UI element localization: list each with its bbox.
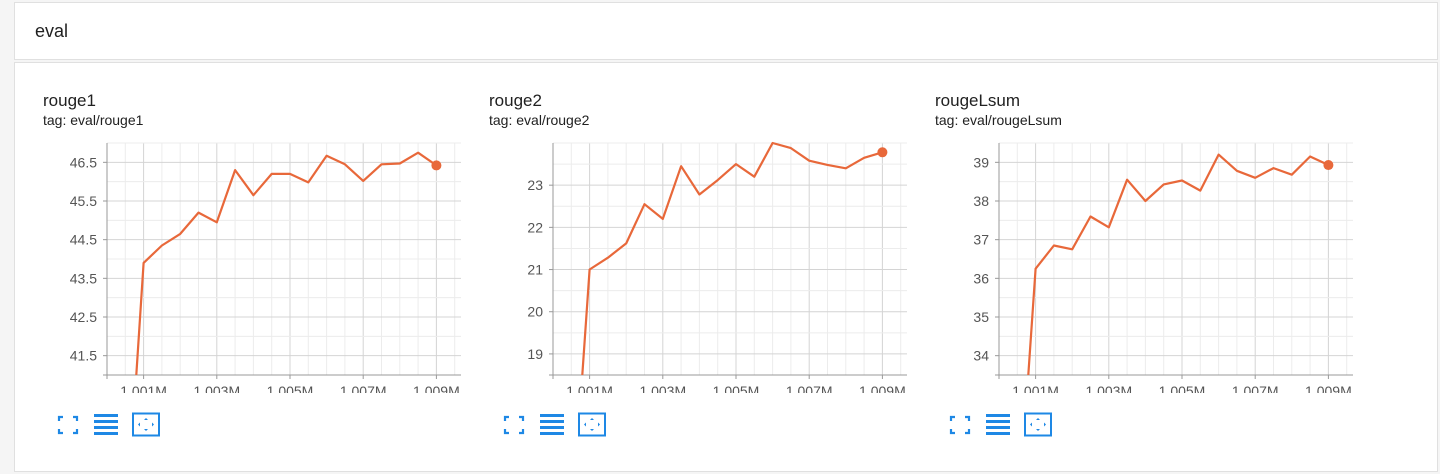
expand-icon[interactable] [53,412,83,438]
x-tick-label: 1.009M [859,383,906,393]
y-tick-label: 45.5 [70,193,97,209]
fit-domain-icon[interactable] [131,412,161,438]
y-tick-label: 42.5 [70,309,97,325]
line-chart-rouge2[interactable]: 23 22 21 20 19 1.001M 1.003M 1.005M 1.007M 1.009M [461,63,907,393]
y-tick-label: 39 [973,154,989,170]
x-tick-label: 1.003M [193,383,240,393]
x-tick-label: 1.003M [1085,383,1132,393]
y-tick-label: 43.5 [70,270,97,286]
x-tick-label: 1.003M [639,383,686,393]
y-tick-label: 21 [527,262,543,278]
y-tick-label: 44.5 [70,232,97,248]
expand-icon[interactable] [499,412,529,438]
last-point-marker [431,160,442,171]
x-tick-label: 1.001M [566,383,613,393]
data-table-icon[interactable] [91,412,121,438]
y-tick-label: 19 [527,346,543,362]
expand-icon[interactable] [945,412,975,438]
x-tick-label: 1.001M [1012,383,1059,393]
y-tick-label: 20 [527,304,543,320]
x-tick-label: 1.005M [267,383,314,393]
last-point-marker [1323,160,1334,171]
data-table-icon[interactable] [537,412,567,438]
y-tick-label: 41.5 [70,348,97,364]
fit-domain-icon[interactable] [1023,412,1053,438]
fit-domain-icon[interactable] [577,412,607,438]
chart-card-rouge1: rouge1 tag: eval/rouge1 46.5 45.5 44.5 43.5… [15,63,461,471]
x-tick-label: 1.007M [786,383,833,393]
series-line [135,151,438,375]
x-tick-label: 1.007M [340,383,387,393]
x-tick-label: 1.007M [1232,383,1279,393]
series-line [1027,153,1329,375]
last-point-marker [877,147,888,158]
line-chart-rougeLsum[interactable]: 39 38 37 36 35 34 1.001M 1.003M 1.005M 1.007M 1.00… [907,63,1353,393]
y-tick-label: 23 [527,177,543,193]
y-tick-label: 34 [973,348,989,364]
scalars-dashboard: eval rouge1 tag: eval/rouge1 46.5 45.5 44.… [0,0,1440,474]
y-tick-label: 35 [973,309,989,325]
chart-card-rougeLsum: rougeLsum tag: eval/rougeLsum 39 38 37 36 35… [907,63,1353,471]
y-tick-label: 37 [973,232,989,248]
x-tick-label: 1.009M [413,383,460,393]
y-tick-label: 46.5 [70,154,97,170]
run-group-header[interactable]: eval [14,2,1438,60]
chart-group: rouge1 tag: eval/rouge1 46.5 45.5 44.5 43.5… [14,62,1438,472]
data-table-icon[interactable] [983,412,1013,438]
y-tick-label: 36 [973,270,989,286]
x-tick-label: 1.009M [1305,383,1352,393]
y-tick-label: 22 [527,219,543,235]
group-title: eval [35,21,69,41]
x-tick-label: 1.001M [120,383,167,393]
x-tick-label: 1.005M [713,383,760,393]
line-chart-rouge1[interactable]: 46.5 45.5 44.5 43.5 42.5 41.5 1.001M 1.003M 1.00… [15,63,461,393]
chart-card-rouge2: rouge2 tag: eval/rouge2 23 22 21 20 19 1.001M… [461,63,907,471]
x-tick-label: 1.005M [1159,383,1206,393]
y-tick-label: 38 [973,193,989,209]
series-line [581,141,883,375]
